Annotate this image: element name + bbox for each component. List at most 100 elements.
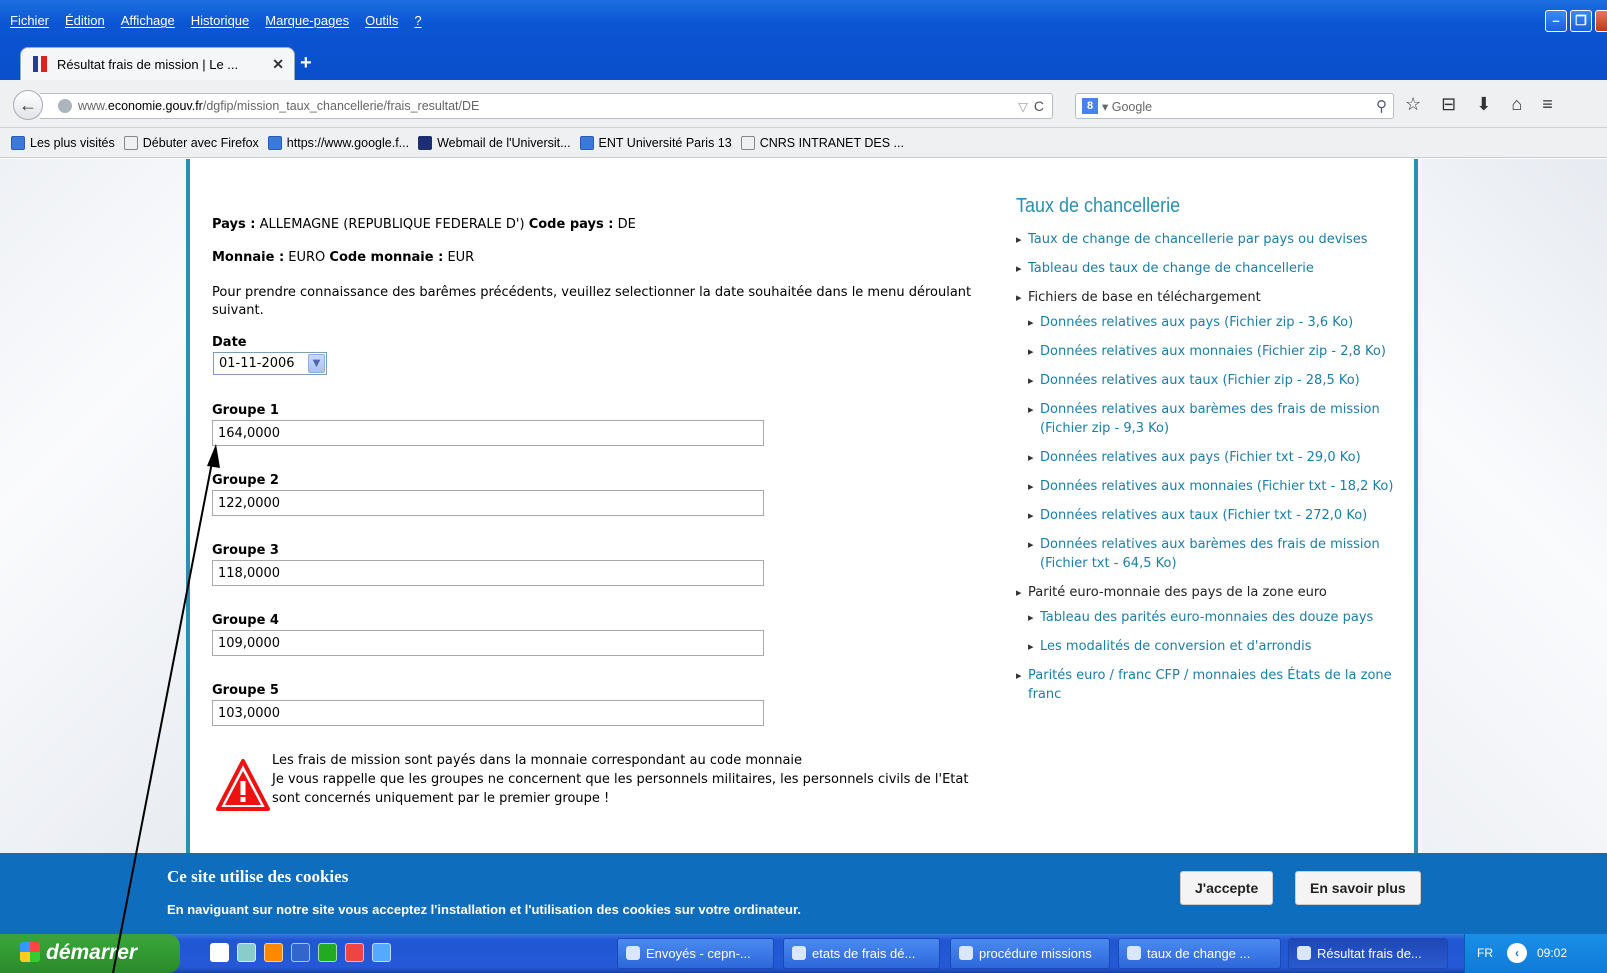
window-controls: – ❐: [1545, 10, 1607, 32]
sidebar-link[interactable]: Les modalités de conversion et d'arrondi…: [1028, 637, 1396, 656]
group-label: Groupe 4: [212, 613, 279, 628]
browser-tab[interactable]: Résultat frais de mission | Le ... ✕: [20, 47, 295, 80]
bookmarks-menu-icon[interactable]: ⊟: [1441, 94, 1456, 115]
quick-launch: [210, 943, 391, 962]
bookmark-label: Débuter avec Firefox: [142, 135, 259, 150]
hamburger-menu-icon[interactable]: ≡: [1542, 94, 1553, 115]
learn-more-button[interactable]: En savoir plus: [1295, 871, 1421, 905]
bookmark-icon: [579, 135, 594, 150]
bookmark-item[interactable]: CNRS INTRANET DES ...: [740, 135, 904, 150]
bookmark-item[interactable]: Débuter avec Firefox: [123, 135, 259, 150]
bookmark-label: CNRS INTRANET DES ...: [759, 135, 904, 150]
taskbar: démarrer Envoyés - cepn-... etats de frai…: [0, 934, 1607, 973]
warning-line: sont concernés uniquement par le premier…: [272, 791, 610, 806]
restore-button[interactable]: ❐: [1570, 10, 1592, 32]
menu-item[interactable]: Fichier: [10, 13, 49, 33]
bookmark-item[interactable]: Webmail de l'Universit...: [418, 135, 571, 150]
minimize-button[interactable]: –: [1545, 10, 1567, 32]
search-engine-icon[interactable]: 8: [1082, 98, 1098, 114]
group-field[interactable]: [212, 490, 764, 516]
language-indicator[interactable]: FR: [1477, 946, 1493, 960]
chevron-down-icon[interactable]: ▼: [308, 354, 325, 373]
powerpoint-icon[interactable]: [345, 943, 364, 962]
group-field[interactable]: [212, 630, 764, 656]
tray-expand-icon[interactable]: ‹: [1507, 943, 1527, 963]
reload-icon[interactable]: C: [1034, 98, 1044, 114]
app-icon: [1297, 946, 1311, 960]
currency-line: Monnaie : EURO Code monnaie : EUR: [212, 250, 474, 265]
sidebar-link[interactable]: Données relatives aux pays (Fichier zip …: [1028, 313, 1396, 332]
taskbar-item[interactable]: taux de change ...: [1118, 938, 1281, 969]
group-field[interactable]: [212, 700, 764, 726]
clock: 09:02: [1537, 946, 1568, 960]
sidebar-link[interactable]: Tableau des parités euro-monnaies des do…: [1028, 608, 1396, 627]
taskbar-item[interactable]: etats de frais dé...: [783, 938, 940, 969]
back-button[interactable]: ←: [13, 90, 43, 120]
home-icon[interactable]: ⌂: [1511, 94, 1522, 115]
tab-close-icon[interactable]: ✕: [272, 56, 284, 73]
start-button[interactable]: démarrer: [0, 934, 180, 973]
group-label: Groupe 5: [212, 683, 279, 698]
sidebar-link[interactable]: Données relatives aux taux (Fichier txt …: [1028, 506, 1396, 525]
app-icon: [959, 946, 973, 960]
mail-icon[interactable]: [237, 943, 256, 962]
sidebar-section: Fichiers de base en téléchargement: [1016, 288, 1396, 307]
menu-item[interactable]: Affichage: [121, 13, 175, 33]
sidebar-link[interactable]: Taux de change de chancellerie par pays …: [1016, 230, 1396, 249]
bookmark-item[interactable]: ENT Université Paris 13: [579, 135, 732, 150]
sidebar-link[interactable]: Données relatives aux taux (Fichier zip …: [1028, 371, 1396, 390]
web-page: Pays : ALLEMAGNE (REPUBLIQUE FEDERALE D'…: [0, 159, 1607, 853]
taskbar-item[interactable]: Envoyés - cepn-...: [617, 938, 774, 969]
internet-explorer-icon[interactable]: [372, 943, 391, 962]
sidebar-link[interactable]: Données relatives aux pays (Fichier txt …: [1028, 448, 1396, 467]
accept-cookies-button[interactable]: J'accepte: [1180, 871, 1274, 905]
menu-item[interactable]: Édition: [65, 13, 105, 33]
date-select[interactable]: 01-11-2006 ▼: [213, 352, 327, 375]
bookmark-item[interactable]: https://www.google.f...: [267, 135, 409, 150]
taskbar-item[interactable]: Résultat frais de...: [1288, 938, 1448, 969]
taskbar-item[interactable]: procédure missions: [950, 938, 1110, 969]
windows-logo-icon: [20, 942, 40, 962]
close-window-button[interactable]: [1595, 10, 1607, 32]
url-bar[interactable]: www. economie.gouv.fr/dgfip/mission_taux_…: [40, 93, 1053, 119]
sidebar-link[interactable]: Données relatives aux barèmes des frais …: [1028, 535, 1396, 573]
url-history-dropdown-icon[interactable]: ▽: [1018, 99, 1028, 114]
new-tab-button[interactable]: +: [300, 52, 312, 75]
bookmark-item[interactable]: Les plus visités: [11, 135, 115, 150]
show-desktop-icon[interactable]: [210, 943, 229, 962]
word-icon[interactable]: [291, 943, 310, 962]
tab-title: Résultat frais de mission | Le ...: [57, 56, 239, 72]
site-favicon-icon: [31, 55, 49, 73]
bookmark-label: Les plus visités: [30, 135, 115, 150]
cookie-text: En naviguant sur notre site vous accepte…: [167, 902, 801, 917]
intro-text: Pour prendre connaissance des barêmes pr…: [212, 285, 972, 318]
downloads-icon[interactable]: ⬇: [1476, 94, 1491, 115]
browser-titlebar: Fichier Édition Affichage Historique Marque-…: [0, 0, 1607, 80]
sidebar-link[interactable]: Données relatives aux monnaies (Fichier …: [1028, 477, 1396, 496]
sidebar-link[interactable]: Parités euro / franc CFP / monnaies des …: [1016, 666, 1396, 704]
currency-code-label: Code monnaie :: [329, 250, 444, 265]
menu-item[interactable]: ?: [414, 13, 421, 33]
taskbar-item-label: Résultat frais de...: [1317, 946, 1422, 961]
group-field[interactable]: [212, 560, 764, 586]
sidebar-link[interactable]: Données relatives aux monnaies (Fichier …: [1028, 342, 1396, 361]
search-bar[interactable]: 8 ▾ Google ⚲: [1075, 93, 1394, 119]
sidebar-title: Taux de chancellerie: [1016, 195, 1181, 217]
menu-item[interactable]: Outils: [365, 13, 398, 33]
firefox-icon[interactable]: [264, 943, 283, 962]
currency-value: EURO: [284, 250, 330, 265]
group-field[interactable]: [212, 420, 764, 446]
menu-item[interactable]: Marque-pages: [265, 13, 349, 33]
sidebar-link[interactable]: Données relatives aux barèmes des frais …: [1028, 400, 1396, 438]
menu-item[interactable]: Historique: [191, 13, 250, 33]
search-icon[interactable]: ⚲: [1376, 97, 1387, 115]
bookmark-star-icon[interactable]: ☆: [1405, 94, 1421, 115]
bookmark-icon: [123, 135, 138, 150]
sidebar-link[interactable]: Tableau des taux de change de chanceller…: [1016, 259, 1396, 278]
sidebar-list: Taux de change de chancellerie par pays …: [1016, 230, 1396, 704]
start-label: démarrer: [46, 941, 138, 964]
site-identity-icon[interactable]: [58, 99, 72, 113]
bookmarks-bar: Les plus visités Débuter avec Firefox http…: [0, 128, 1607, 158]
search-input[interactable]: ▾ Google: [1102, 99, 1376, 114]
excel-icon[interactable]: [318, 943, 337, 962]
